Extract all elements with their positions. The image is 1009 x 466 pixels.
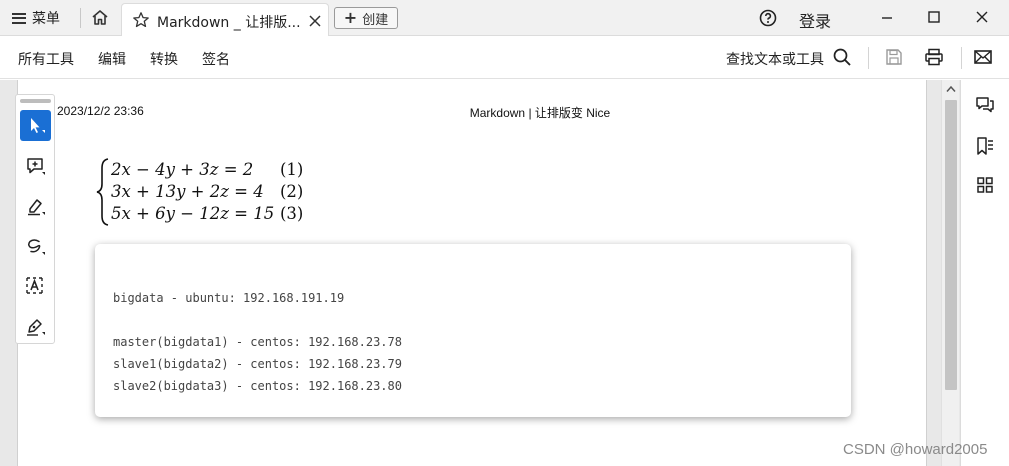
menu-sign[interactable]: 签名	[202, 49, 230, 69]
tab-title: Markdown _ 让排版...	[157, 15, 301, 31]
text-recognition-button[interactable]	[20, 271, 51, 302]
highlighter-icon	[28, 199, 45, 216]
pen-nib-icon	[27, 319, 45, 336]
code-line: slave1(bigdata2) - centos: 192.168.23.79	[113, 357, 402, 371]
menu-convert[interactable]: 转换	[150, 49, 178, 69]
page-date: 2023/12/2 23:36	[57, 104, 144, 118]
close-icon[interactable]	[308, 13, 322, 27]
new-button-label: 创建	[362, 12, 389, 28]
minimize-icon[interactable]	[875, 6, 899, 30]
right-tools-panel	[960, 80, 1009, 466]
code-block: bigdata - ubuntu: 192.168.191.19 master(…	[95, 244, 851, 417]
code-line: slave2(bigdata3) - centos: 192.168.23.80	[113, 379, 402, 393]
quick-tools-panel	[15, 94, 55, 344]
equation-expression: 2x − 4y + 3z = 2	[111, 160, 254, 179]
maximize-icon[interactable]	[922, 6, 946, 30]
mail-icon[interactable]	[973, 47, 993, 67]
equation-number: (1)	[280, 160, 304, 179]
scrollbar-thumb[interactable]	[945, 100, 957, 390]
title-bar: 菜单 Markdown _ 让排版... + 创建 登录	[0, 0, 1009, 36]
document-tab[interactable]: Markdown _ 让排版...	[121, 3, 329, 36]
menu-label: 菜单	[32, 11, 60, 27]
comments-icon[interactable]	[975, 96, 995, 116]
cursor-icon	[31, 118, 45, 133]
close-window-icon[interactable]	[970, 6, 994, 30]
code-line: master(bigdata1) - centos: 192.168.23.78	[113, 335, 402, 349]
menu-button[interactable]: 菜单	[12, 7, 60, 29]
equation-expression: 3x + 13y + 2z = 4	[111, 182, 264, 201]
highlight-button[interactable]	[20, 191, 51, 222]
home-icon[interactable]	[90, 8, 110, 28]
equation-row: 5x + 6y − 12z = 15 (3)	[111, 204, 303, 226]
star-icon[interactable]	[132, 11, 150, 29]
bookmarks-icon[interactable]	[975, 136, 995, 156]
search-icon[interactable]	[832, 47, 852, 67]
add-comment-button[interactable]	[20, 151, 51, 182]
new-button[interactable]: + 创建	[334, 7, 398, 29]
equation-row: 3x + 13y + 2z = 4 (2)	[111, 182, 303, 204]
help-icon[interactable]	[759, 9, 777, 27]
freehand-icon	[28, 239, 45, 255]
text-select-icon	[26, 277, 43, 294]
sign-button[interactable]	[20, 311, 51, 342]
plus-icon: +	[343, 8, 358, 27]
drag-handle[interactable]	[20, 99, 51, 103]
vertical-scrollbar[interactable]	[941, 80, 959, 466]
left-brace-icon	[96, 158, 109, 226]
equation-number: (2)	[280, 182, 304, 201]
hamburger-icon	[12, 12, 26, 24]
draw-button[interactable]	[20, 231, 51, 262]
equation-expression: 5x + 6y − 12z = 15	[111, 204, 275, 223]
save-icon[interactable]	[884, 47, 904, 67]
scroll-up-arrow-icon[interactable]	[946, 85, 956, 93]
code-line: bigdata - ubuntu: 192.168.191.19	[113, 291, 345, 305]
select-tool-button[interactable]	[20, 110, 51, 141]
equation-row: 2x − 4y + 3z = 2 (1)	[111, 160, 303, 182]
equation-system: 2x − 4y + 3z = 2 (1) 3x + 13y + 2z = 4 (…	[96, 158, 326, 226]
toolbar: 所有工具 编辑 转换 签名 查找文本或工具	[0, 36, 1009, 79]
login-link[interactable]: 登录	[799, 8, 831, 32]
watermark: CSDN @howard2005	[843, 441, 988, 458]
menu-all-tools[interactable]: 所有工具	[18, 49, 74, 69]
comment-add-icon	[27, 158, 45, 175]
divider	[868, 47, 869, 69]
divider	[961, 47, 962, 69]
find-tools-label[interactable]: 查找文本或工具	[726, 49, 824, 69]
equation-number: (3)	[280, 204, 304, 223]
print-icon[interactable]	[924, 47, 944, 67]
menu-edit[interactable]: 编辑	[98, 49, 126, 69]
thumbnails-icon[interactable]	[975, 175, 995, 195]
divider	[80, 8, 81, 28]
page-header-title: Markdown | 让排版变 Nice	[469, 106, 611, 120]
